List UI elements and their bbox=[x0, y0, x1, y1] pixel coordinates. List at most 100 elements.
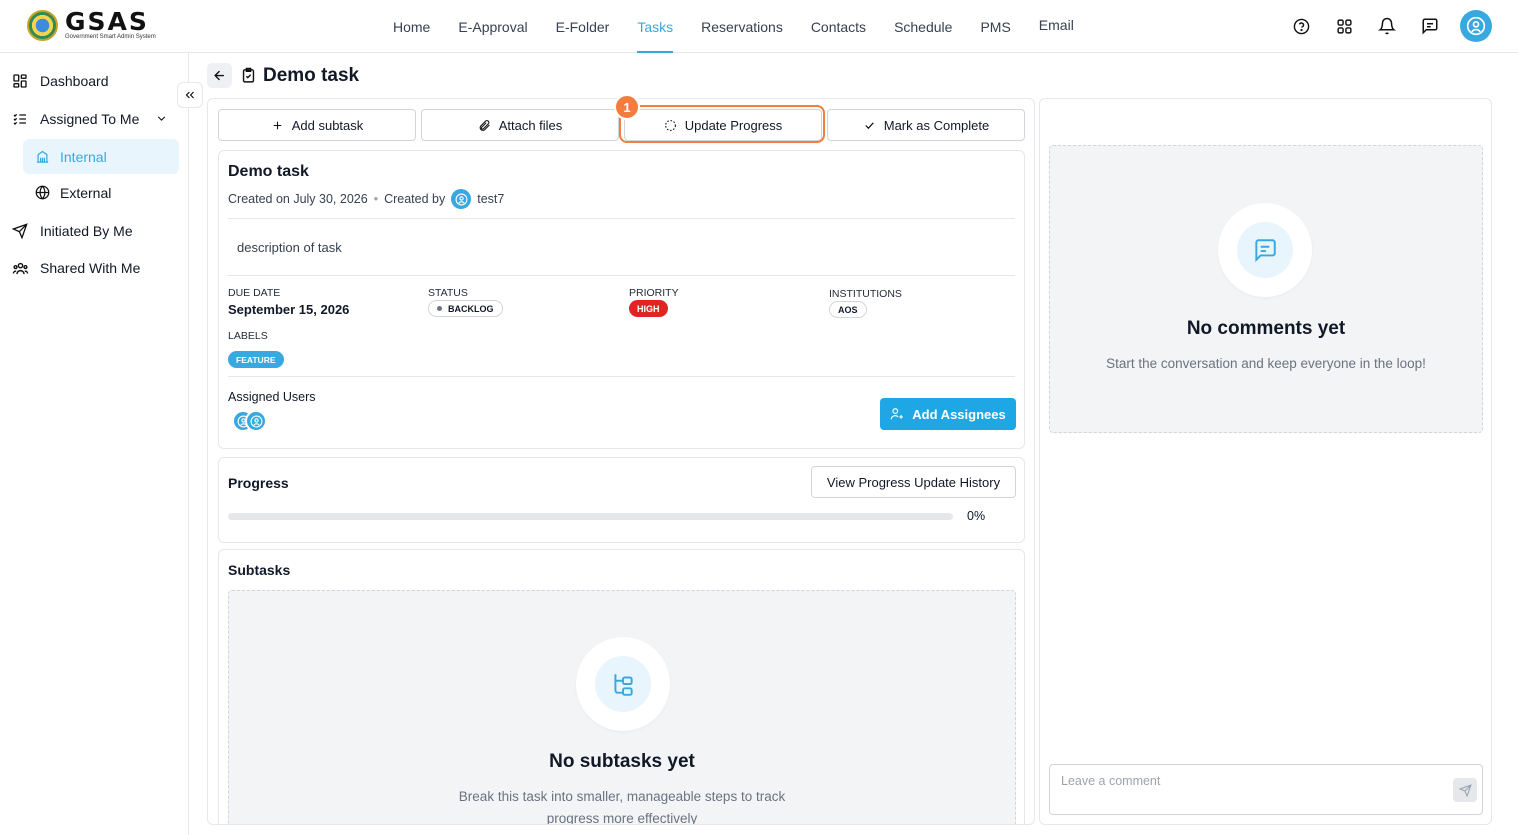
created-on: Created on July 30, 2026 bbox=[228, 192, 368, 206]
top-bar: GSAS Government Smart Admin System Home … bbox=[0, 0, 1518, 53]
progress-value: 0% bbox=[967, 509, 986, 523]
sidebar-item-assigned-to-me[interactable]: Assigned To Me bbox=[0, 102, 189, 136]
building-icon bbox=[33, 148, 51, 166]
mark-as-complete-button[interactable]: Mark as Complete bbox=[827, 109, 1025, 141]
chevrons-left-icon bbox=[185, 91, 194, 99]
nav-pms[interactable]: PMS bbox=[966, 0, 1024, 53]
dashboard-icon bbox=[10, 71, 30, 91]
nav-home[interactable]: Home bbox=[379, 0, 444, 53]
nav-e-folder[interactable]: E-Folder bbox=[542, 0, 624, 53]
page-title: Demo task bbox=[263, 64, 360, 86]
collapse-sidebar-button[interactable] bbox=[177, 82, 203, 108]
nav-schedule[interactable]: Schedule bbox=[880, 0, 966, 53]
view-progress-history-button[interactable]: View Progress Update History bbox=[811, 466, 1016, 498]
sidebar-label-external: External bbox=[60, 184, 112, 201]
nav-reservations[interactable]: Reservations bbox=[687, 0, 797, 53]
step-number-badge: 1 bbox=[614, 94, 640, 120]
due-date-value: September 15, 2026 bbox=[228, 302, 350, 317]
meta-separator: • bbox=[373, 192, 379, 206]
task-meta: Created on July 30, 2026 • Created by te… bbox=[228, 189, 504, 209]
status-dot bbox=[437, 306, 442, 311]
app-logo[interactable]: GSAS Government Smart Admin System bbox=[27, 9, 156, 41]
list-checks-icon bbox=[10, 109, 30, 129]
subtasks-empty-illustration bbox=[576, 637, 670, 731]
attach-files-label: Attach files bbox=[498, 117, 563, 133]
priority-badge: HIGH bbox=[629, 300, 668, 317]
comments-empty-illustration bbox=[1218, 203, 1312, 297]
progress-title: Progress bbox=[228, 475, 289, 491]
add-subtask-label: Add subtask bbox=[291, 117, 364, 133]
sidebar-item-external[interactable]: External bbox=[23, 175, 179, 210]
add-subtask-button[interactable]: Add subtask bbox=[218, 109, 416, 141]
subtasks-empty-title: No subtasks yet bbox=[549, 751, 695, 772]
chat-icon[interactable] bbox=[1414, 10, 1446, 42]
assigned-users-label: Assigned Users bbox=[228, 390, 316, 404]
divider bbox=[228, 218, 1015, 219]
subtasks-card: Subtasks No subtasks yet Break this task… bbox=[218, 549, 1025, 824]
assignee-avatars bbox=[232, 410, 267, 432]
status-label: STATUS bbox=[428, 287, 468, 299]
task-info-card: Demo task Created on July 30, 2026 • Cre… bbox=[218, 150, 1025, 449]
chevron-down-icon[interactable] bbox=[155, 112, 168, 125]
plus-icon bbox=[271, 119, 284, 132]
paperclip-icon bbox=[478, 119, 491, 132]
user-avatar-icon[interactable] bbox=[1460, 10, 1492, 42]
comments-panel: No comments yet Start the conversation a… bbox=[1039, 98, 1492, 825]
due-date-label: DUE DATE bbox=[228, 287, 281, 299]
sidebar-item-internal[interactable]: Internal bbox=[23, 139, 179, 174]
task-detail-panel: Add subtask Attach files Update Progress… bbox=[207, 98, 1035, 825]
nav-tasks[interactable]: Tasks bbox=[623, 0, 687, 53]
back-button[interactable] bbox=[207, 63, 232, 88]
attach-files-button[interactable]: Attach files bbox=[421, 109, 619, 141]
label-badge: FEATURE bbox=[228, 351, 284, 368]
sidebar-item-dashboard[interactable]: Dashboard bbox=[0, 64, 189, 98]
clipboard-check-icon bbox=[240, 66, 257, 85]
bell-icon[interactable] bbox=[1371, 10, 1403, 42]
user-plus-icon bbox=[890, 407, 904, 421]
progress-bar bbox=[228, 513, 953, 520]
sidebar-label-shared-with-me: Shared With Me bbox=[40, 260, 141, 276]
step-highlight-frame bbox=[619, 105, 825, 143]
creator-avatar-icon bbox=[451, 189, 472, 209]
institutions-label: INSTITUTIONS bbox=[829, 288, 902, 300]
nav-contacts[interactable]: Contacts bbox=[797, 0, 880, 53]
comment-box bbox=[1049, 764, 1483, 815]
subtasks-title: Subtasks bbox=[228, 562, 291, 578]
government-seal-icon bbox=[27, 10, 58, 41]
task-description: description of task bbox=[237, 240, 342, 255]
main-nav: Home E-Approval E-Folder Tasks Reservati… bbox=[379, 0, 1088, 53]
globe-icon bbox=[33, 184, 51, 202]
nav-email[interactable]: Email bbox=[1025, 0, 1088, 51]
mark-complete-label: Mark as Complete bbox=[883, 117, 990, 133]
assignee-avatar-icon[interactable] bbox=[245, 410, 267, 432]
subtasks-empty-state: No subtasks yet Break this task into sma… bbox=[228, 590, 1016, 824]
labels-label: LABELS bbox=[228, 330, 268, 342]
message-square-icon bbox=[1255, 239, 1276, 263]
status-badge: BACKLOG bbox=[428, 300, 503, 317]
comment-input[interactable] bbox=[1051, 766, 1441, 796]
comments-empty-title: No comments yet bbox=[1186, 318, 1346, 339]
subtasks-empty-line-1: Break this task into smaller, manageable… bbox=[458, 789, 786, 804]
divider bbox=[228, 275, 1015, 276]
arrow-left-icon bbox=[214, 70, 224, 81]
sidebar-label-assigned-to-me: Assigned To Me bbox=[40, 111, 140, 127]
created-by-user[interactable]: test7 bbox=[477, 192, 504, 206]
institution-badge: AOS bbox=[829, 301, 867, 318]
help-circle-icon[interactable] bbox=[1285, 10, 1317, 42]
users-icon bbox=[10, 258, 30, 278]
comments-empty-state: No comments yet Start the conversation a… bbox=[1049, 145, 1483, 433]
nav-e-approval[interactable]: E-Approval bbox=[444, 0, 541, 53]
divider bbox=[228, 376, 1015, 377]
subtask-tree-icon bbox=[614, 674, 633, 696]
apps-grid-icon[interactable] bbox=[1328, 10, 1360, 42]
send-comment-button[interactable] bbox=[1453, 778, 1477, 802]
add-assignees-label: Add Assignees bbox=[912, 406, 1006, 422]
send-icon bbox=[1458, 783, 1472, 797]
sidebar-item-shared-with-me[interactable]: Shared With Me bbox=[0, 251, 189, 285]
sidebar-label-dashboard: Dashboard bbox=[40, 73, 109, 89]
sidebar-item-initiated-by-me[interactable]: Initiated By Me bbox=[0, 214, 189, 248]
comments-empty-text: Start the conversation and keep everyone… bbox=[1106, 356, 1426, 371]
created-by-label: Created by bbox=[384, 192, 446, 206]
add-assignees-button[interactable]: Add Assignees bbox=[880, 398, 1016, 430]
status-value: BACKLOG bbox=[448, 303, 494, 314]
